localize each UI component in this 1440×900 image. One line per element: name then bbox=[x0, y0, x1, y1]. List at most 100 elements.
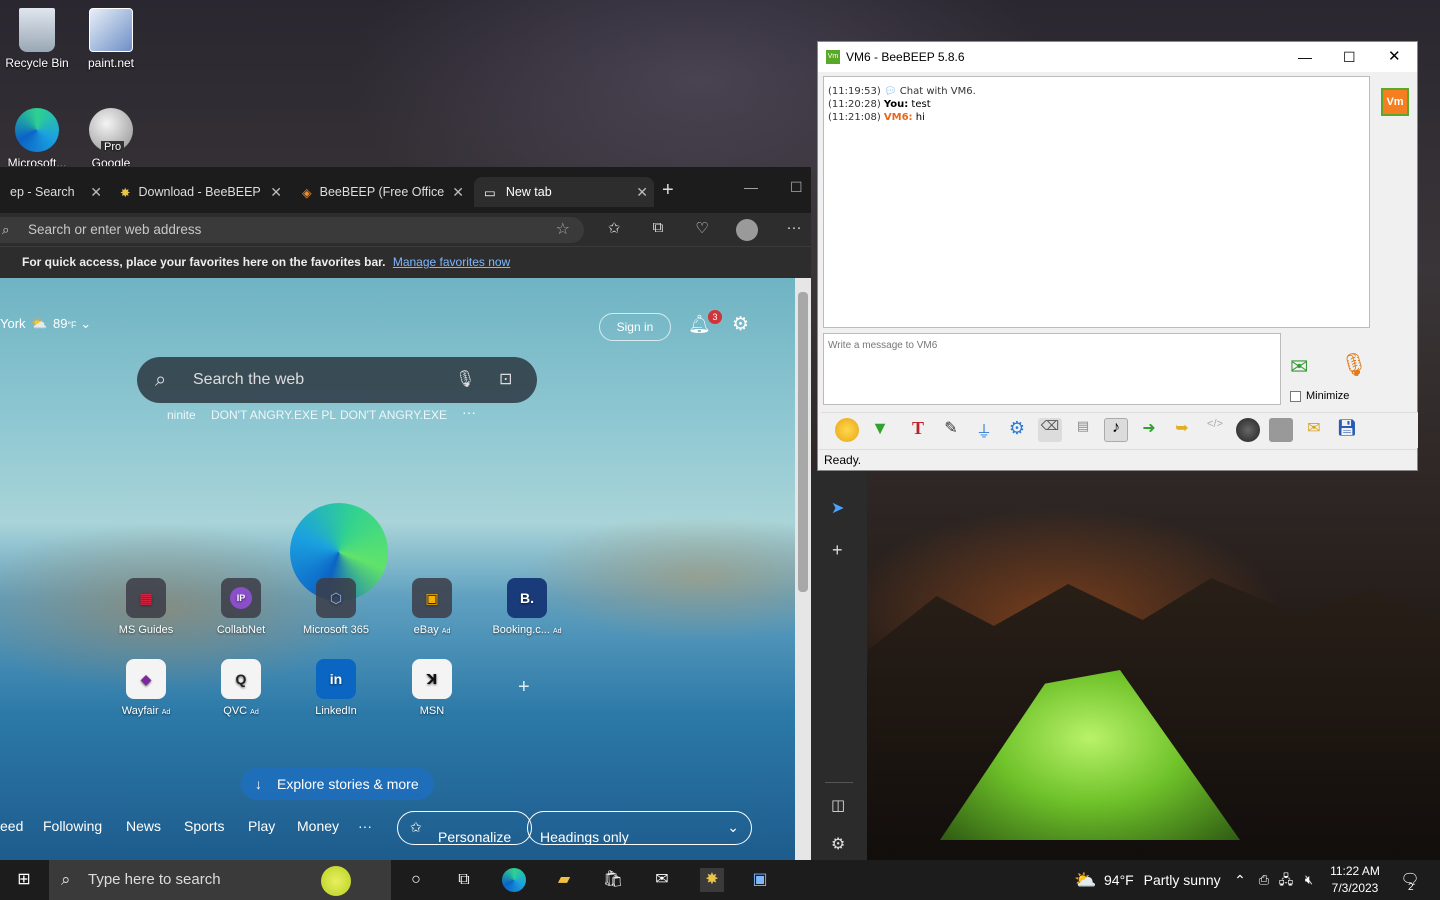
scrollbar-thumb[interactable] bbox=[798, 292, 808, 592]
paintnet-taskbar-icon[interactable]: ▣ bbox=[748, 868, 772, 892]
windows-start-icon[interactable]: ⊞ bbox=[12, 868, 36, 892]
screenshot-icon[interactable] bbox=[1236, 418, 1260, 442]
tab-download-beebeep[interactable]: ✸ Download - BeeBEEP ✕ bbox=[110, 177, 288, 207]
recent-search-2[interactable]: DON'T ANGRY.EXE PL bbox=[211, 408, 336, 422]
new-tab-button[interactable]: + bbox=[662, 179, 674, 202]
clock[interactable]: 11:22 AM 7/3/2023 bbox=[1322, 863, 1388, 897]
visual-search-icon[interactable]: ⊡ bbox=[499, 357, 512, 403]
quick-link-linkedin[interactable]: in LinkedIn bbox=[296, 659, 376, 717]
quick-link-ebay[interactable]: ▣ eBay Ad bbox=[392, 578, 472, 636]
minimize-checkbox[interactable]: Minimize bbox=[1290, 390, 1349, 402]
window-icon[interactable] bbox=[1269, 418, 1293, 442]
device-icon[interactable]: ⎙ bbox=[1252, 868, 1276, 892]
quick-link-wayfair[interactable]: ◆ Wayfair Ad bbox=[106, 659, 186, 717]
weather-taskbar-widget[interactable]: ⛅ 94°F Partly sunny bbox=[1072, 860, 1221, 900]
personalize-button[interactable]: ✩ Personalize bbox=[397, 811, 532, 845]
favorite-star-icon[interactable]: ☆ bbox=[556, 217, 570, 243]
explore-stories-button[interactable]: ↓ Explore stories & more bbox=[241, 768, 434, 800]
sidebar-layout-icon[interactable]: ◫ bbox=[831, 796, 845, 814]
tab-search[interactable]: ep - Search ✕ bbox=[0, 177, 108, 207]
cortana-icon[interactable]: ○ bbox=[404, 868, 428, 892]
tab-feed[interactable]: eed bbox=[0, 818, 23, 834]
tab-new-tab[interactable]: ▭ New tab ✕ bbox=[474, 177, 654, 207]
collections-icon[interactable]: ⧉ bbox=[646, 219, 670, 241]
emoticon-icon[interactable] bbox=[835, 418, 859, 442]
weather-widget[interactable]: York ⛅ 89°F ⌄ bbox=[0, 316, 91, 332]
note-icon[interactable]: ✉ bbox=[1302, 418, 1326, 442]
network-icon[interactable]: 🖧︎ bbox=[1274, 868, 1298, 892]
settings-gear-icon[interactable]: ⚙ bbox=[1005, 418, 1029, 442]
tab-beebeep-office[interactable]: ◈ BeeBEEP (Free Office ✕ bbox=[292, 177, 470, 207]
close-icon[interactable]: ✕ bbox=[90, 184, 102, 201]
font-icon[interactable]: T bbox=[906, 418, 930, 442]
tab-sports[interactable]: Sports bbox=[184, 818, 224, 834]
tab-money[interactable]: Money bbox=[297, 818, 339, 834]
more-tabs[interactable]: ··· bbox=[358, 818, 372, 834]
store-icon[interactable]: 🛍︎ bbox=[601, 868, 625, 892]
gear-icon[interactable]: ⚙ bbox=[732, 313, 749, 336]
text-format-icon[interactable]: ▤ bbox=[1071, 418, 1095, 442]
beebeep-taskbar-icon[interactable]: ✸ bbox=[700, 868, 724, 892]
address-input[interactable]: ⌕ Search or enter web address ☆ bbox=[0, 217, 584, 243]
send-message-icon[interactable]: ✉ bbox=[1290, 354, 1308, 380]
message-input[interactable]: Write a message to VM6 bbox=[823, 333, 1281, 405]
add-icon[interactable]: + bbox=[832, 540, 843, 561]
quick-link-collabnet[interactable]: IP CollabNet bbox=[201, 578, 281, 636]
mail-icon[interactable]: ✉ bbox=[650, 868, 674, 892]
microphone-icon[interactable]: 🎙︎ bbox=[455, 357, 475, 403]
filter-icon[interactable]: ⏚ bbox=[972, 418, 996, 442]
send-file-icon[interactable]: ➜ bbox=[1137, 418, 1161, 442]
web-search-input[interactable]: ⌕ Search the web 🎙︎ ⊡ bbox=[137, 357, 537, 403]
settings-icon[interactable]: ⚙ bbox=[831, 834, 845, 854]
recent-search-1[interactable]: ninite bbox=[167, 408, 196, 422]
close-icon[interactable]: ✕ bbox=[636, 184, 648, 201]
download-green-icon[interactable]: ▼ bbox=[868, 418, 892, 442]
volume-muted-icon[interactable]: 🔇︎ bbox=[1297, 868, 1321, 892]
send-icon[interactable]: ➤ bbox=[831, 498, 844, 518]
headings-dropdown[interactable]: Headings only ⌄ bbox=[527, 811, 752, 845]
manage-favorites-link[interactable]: Manage favorites now bbox=[393, 255, 510, 269]
minimize-button[interactable]: — bbox=[1298, 42, 1312, 72]
user-avatar[interactable]: Vm bbox=[1381, 88, 1409, 116]
desktop-icon-paintnet[interactable]: paint.net bbox=[76, 8, 146, 70]
maximize-button[interactable]: ☐ bbox=[790, 179, 803, 196]
save-icon[interactable]: 💾︎ bbox=[1335, 418, 1359, 442]
desktop-icon-edge[interactable]: Microsoft... bbox=[2, 108, 72, 166]
add-shortcut-button[interactable]: + bbox=[518, 676, 530, 699]
performance-icon[interactable]: ♡ bbox=[690, 219, 714, 241]
scrollbar[interactable] bbox=[795, 278, 811, 860]
music-note-icon[interactable]: ♪ bbox=[1104, 418, 1128, 442]
quick-link-msn[interactable]: ꓘ MSN bbox=[392, 659, 472, 717]
edge-taskbar-icon[interactable] bbox=[502, 868, 526, 892]
send-folder-icon[interactable]: ➥ bbox=[1170, 418, 1194, 442]
task-view-icon[interactable]: ⧉ bbox=[452, 868, 476, 892]
microphone-icon[interactable]: 🎙︎ bbox=[1340, 352, 1368, 378]
profile-avatar[interactable] bbox=[736, 219, 758, 241]
more-options-icon[interactable]: ··· bbox=[782, 219, 806, 241]
color-icon[interactable]: ✎ bbox=[939, 418, 963, 442]
tab-news[interactable]: News bbox=[126, 818, 161, 834]
chevron-up-icon[interactable]: ⌃ bbox=[1228, 868, 1252, 892]
desktop-icon-recycle-bin[interactable]: Recycle Bin bbox=[2, 8, 72, 70]
html-icon[interactable]: </> bbox=[1203, 418, 1227, 442]
close-icon[interactable]: ✕ bbox=[452, 184, 464, 201]
taskbar-search-input[interactable]: ⌕ Type here to search bbox=[49, 860, 391, 900]
tab-following[interactable]: Following bbox=[43, 818, 102, 834]
quick-link-qvc[interactable]: Q QVC Ad bbox=[201, 659, 281, 717]
close-icon[interactable]: ✕ bbox=[270, 184, 282, 201]
sign-in-button[interactable]: Sign in bbox=[599, 313, 671, 341]
maximize-button[interactable]: ☐ bbox=[1343, 42, 1356, 72]
file-explorer-icon[interactable]: ▰ bbox=[552, 868, 576, 892]
quick-link-microsoft-365[interactable]: ⬡ Microsoft 365 bbox=[296, 578, 376, 636]
favorites-icon[interactable]: ✩ bbox=[602, 219, 626, 241]
checkbox[interactable] bbox=[1290, 390, 1301, 402]
quick-link-ms-guides[interactable]: ▦ MS Guides bbox=[106, 578, 186, 636]
more-searches-icon[interactable]: ··· bbox=[462, 404, 476, 420]
clear-icon[interactable]: ⌫ bbox=[1038, 418, 1062, 442]
quick-link-booking[interactable]: B. Booking.c... Ad bbox=[487, 578, 567, 636]
close-button[interactable]: ✕ bbox=[1388, 42, 1401, 72]
tab-play[interactable]: Play bbox=[248, 818, 275, 834]
recent-search-3[interactable]: DON'T ANGRY.EXE bbox=[340, 408, 447, 422]
desktop-icon-google-earth[interactable]: Pro Google Earth bbox=[76, 108, 146, 166]
minimize-button[interactable]: — bbox=[744, 179, 758, 195]
